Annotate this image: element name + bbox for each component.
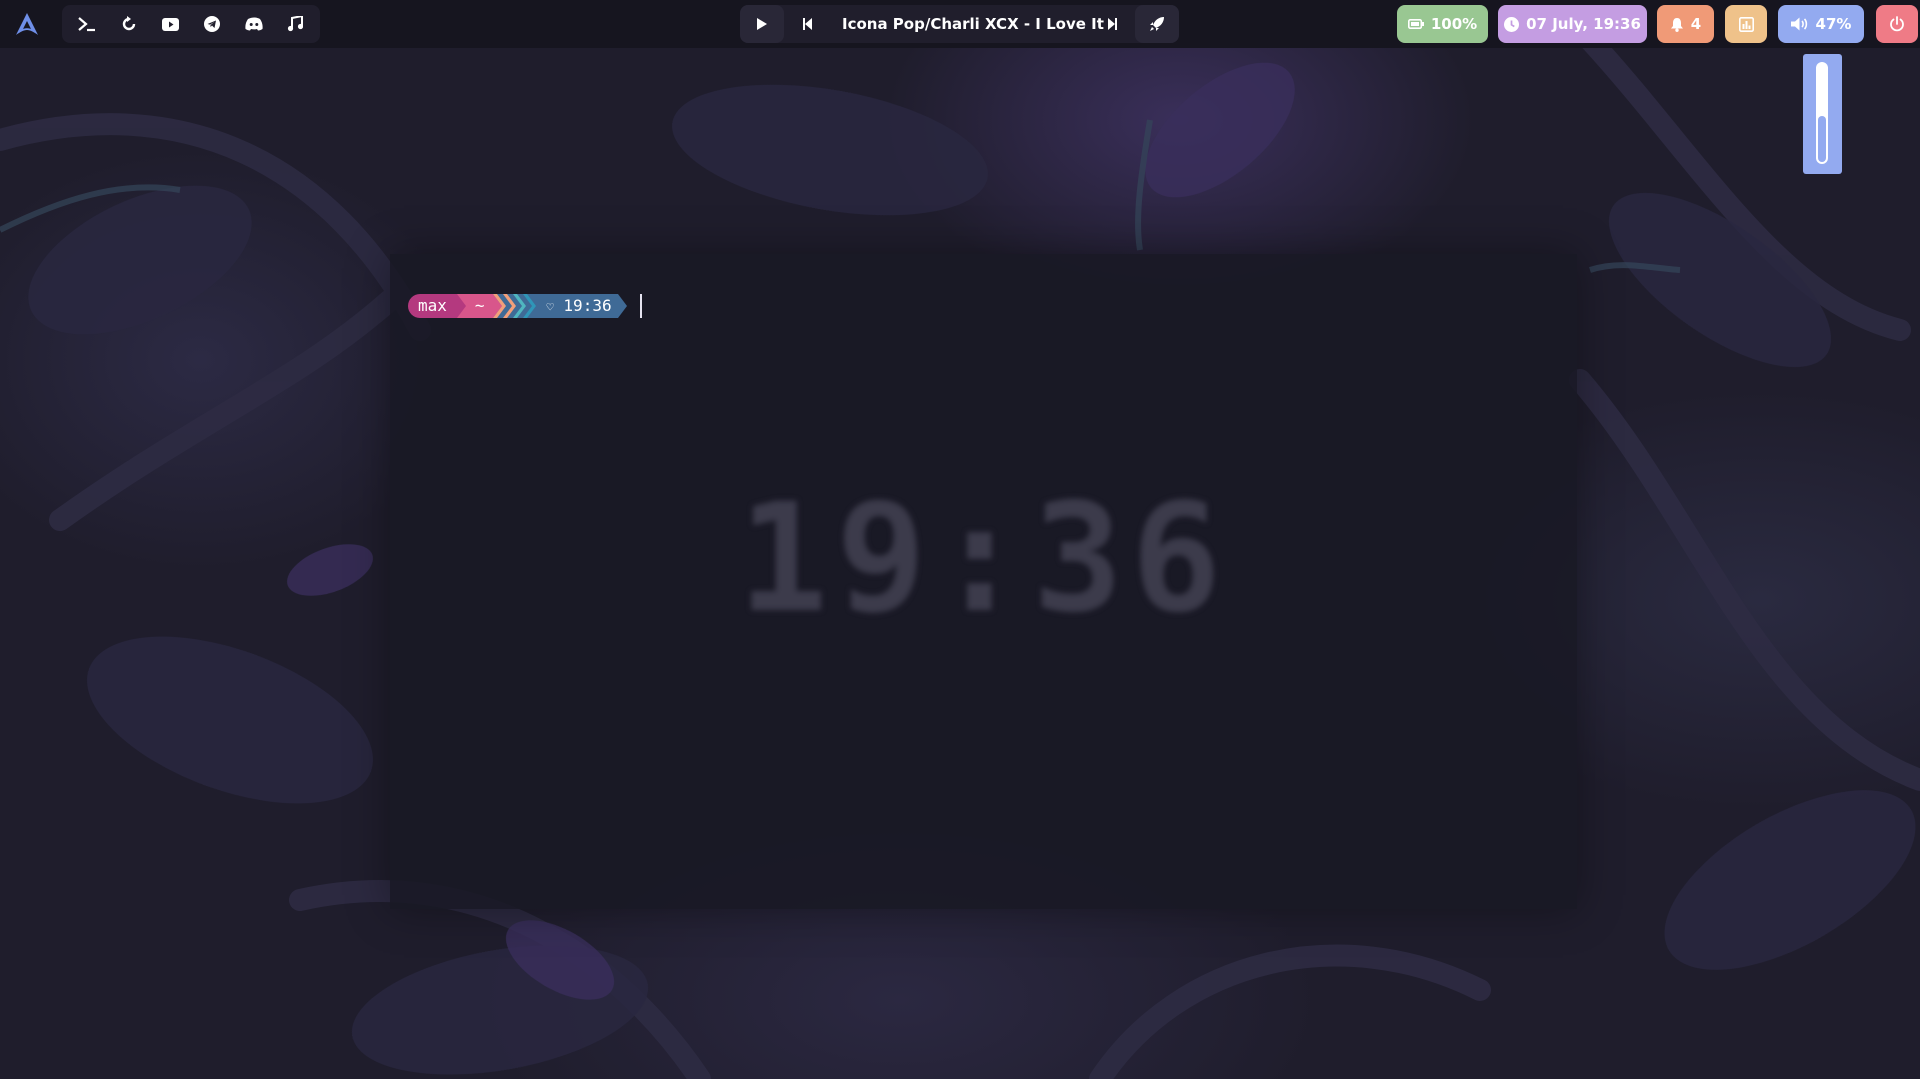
stats-pill[interactable] bbox=[1725, 5, 1767, 43]
clock-label: 07 July, 19:36 bbox=[1526, 15, 1641, 33]
volume-label: 47% bbox=[1815, 15, 1852, 33]
next-icon[interactable] bbox=[1090, 5, 1134, 43]
track-title: Icona Pop/Charli XCX - I Love It bbox=[842, 15, 1104, 33]
power-button[interactable] bbox=[1876, 5, 1918, 43]
power-icon bbox=[1890, 16, 1904, 32]
text-cursor bbox=[639, 294, 642, 318]
app-launcher bbox=[62, 5, 320, 43]
shell-prompt: max ~ ♡ 19:36 bbox=[408, 294, 642, 318]
heart-icon: ♡ bbox=[546, 300, 554, 314]
music-note-icon[interactable] bbox=[274, 5, 316, 43]
clock-pill[interactable]: 07 July, 19:36 bbox=[1498, 5, 1647, 43]
prompt-arrows-icon bbox=[492, 294, 543, 318]
battery-label: 100% bbox=[1430, 15, 1478, 33]
play-icon[interactable] bbox=[740, 5, 784, 43]
volume-pill[interactable]: 47% bbox=[1778, 5, 1864, 43]
volume-slider[interactable] bbox=[1803, 54, 1842, 174]
prompt-time-label: 19:36 bbox=[563, 296, 612, 315]
prompt-user: max bbox=[408, 294, 457, 318]
discord-icon[interactable] bbox=[233, 5, 275, 43]
battery-pill[interactable]: 100% bbox=[1397, 5, 1488, 43]
volume-slider-track[interactable] bbox=[1816, 62, 1828, 164]
youtube-icon[interactable] bbox=[149, 5, 191, 43]
speaker-icon bbox=[1790, 17, 1807, 31]
terminal-window[interactable]: 19:36 max ~ ♡ 19:36 bbox=[390, 254, 1577, 909]
background-clock: 19:36 bbox=[737, 472, 1230, 646]
notifications-pill[interactable]: 4 bbox=[1657, 5, 1714, 43]
previous-icon[interactable] bbox=[786, 5, 830, 43]
bar-chart-icon bbox=[1738, 16, 1754, 32]
battery-icon bbox=[1407, 19, 1424, 29]
media-player: Icona Pop/Charli XCX - I Love It bbox=[740, 5, 1179, 43]
terminal-icon[interactable] bbox=[66, 5, 108, 43]
rocket-icon[interactable] bbox=[1135, 5, 1179, 43]
bell-icon bbox=[1670, 17, 1683, 32]
notifications-count: 4 bbox=[1690, 15, 1702, 33]
refresh-icon[interactable] bbox=[108, 5, 150, 43]
clock-icon bbox=[1504, 16, 1520, 32]
prompt-end-icon bbox=[617, 294, 627, 318]
telegram-icon[interactable] bbox=[191, 5, 233, 43]
prompt-separator-icon bbox=[456, 294, 467, 318]
prompt-dir: ~ bbox=[466, 294, 493, 318]
top-bar: Icona Pop/Charli XCX - I Love It 100% 07… bbox=[0, 0, 1920, 48]
prompt-time: ♡ 19:36 bbox=[542, 294, 618, 318]
arch-logo-icon[interactable] bbox=[10, 8, 44, 40]
volume-slider-fill bbox=[1818, 116, 1826, 162]
